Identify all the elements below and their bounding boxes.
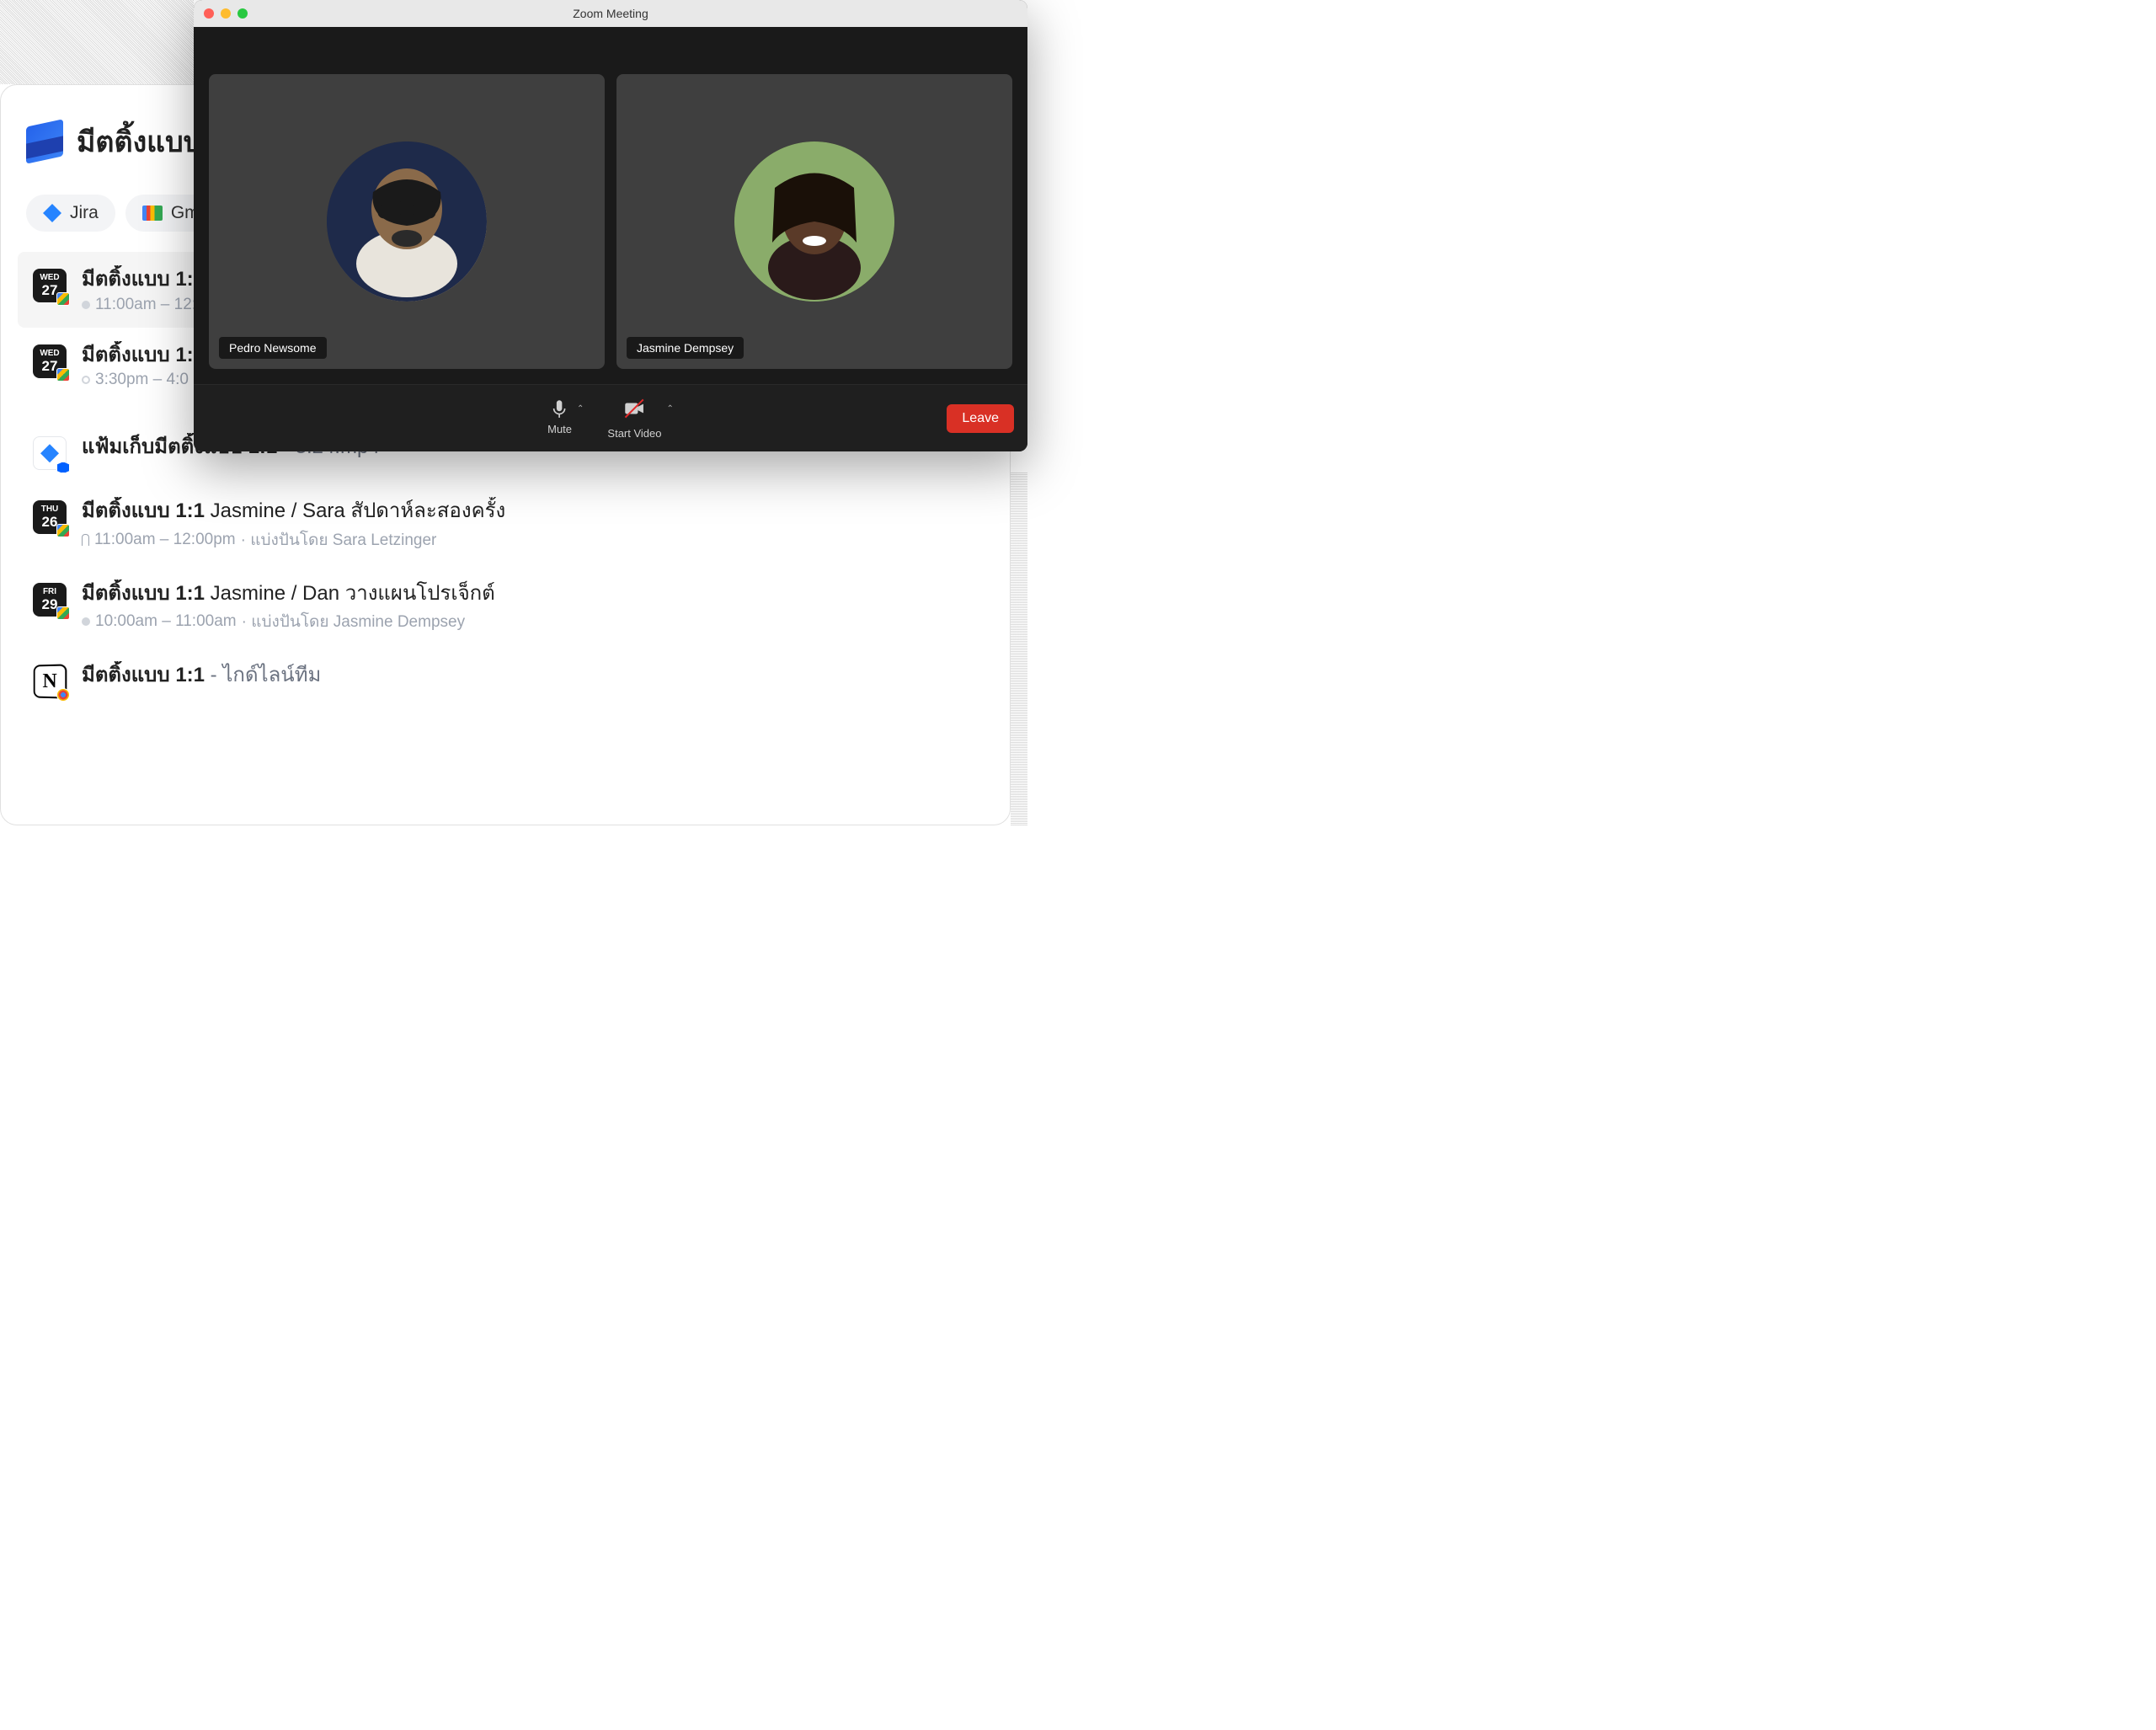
calendar-icon: WED 27 <box>33 269 67 302</box>
background-texture <box>0 0 194 84</box>
mute-label: Mute <box>547 423 572 435</box>
video-label: Start Video <box>607 427 661 440</box>
background-texture-right <box>1011 472 1027 825</box>
status-dot-icon <box>82 376 90 384</box>
item-title: มีตติ้งแบบ 1:1 Jasmine / Sara สัปดาห์ละส… <box>82 497 978 526</box>
item-title: มีตติ้งแบบ 1:1 - ไกด์ไลน์ทีม <box>82 661 978 690</box>
participant-avatar <box>734 141 894 302</box>
item-meta: 10:00am – 11:00am · แบ่งปันโดย Jasmine D… <box>82 609 978 634</box>
status-dot-icon <box>82 617 90 626</box>
gcal-badge-icon <box>56 606 70 620</box>
close-window-button[interactable] <box>204 8 214 19</box>
app-logo-icon <box>26 119 63 163</box>
calendar-icon: WED 27 <box>33 344 67 378</box>
attachment-icon <box>82 534 89 546</box>
participant-tile[interactable]: Jasmine Dempsey <box>616 74 1012 369</box>
window-controls <box>204 8 248 19</box>
calendar-icon: FRI 29 <box>33 583 67 617</box>
list-item[interactable]: N มีตติ้งแบบ 1:1 - ไกด์ไลน์ทีม <box>26 648 985 712</box>
calendar-icon: THU 26 <box>33 500 67 534</box>
zoom-titlebar[interactable]: Zoom Meeting <box>194 0 1027 27</box>
file-icon <box>33 436 67 470</box>
video-options-chevron-icon[interactable]: ⌃ <box>667 404 674 414</box>
participant-name-label: Jasmine Dempsey <box>627 337 744 359</box>
pill-jira[interactable]: Jira <box>26 195 115 232</box>
gmail-icon <box>142 206 163 221</box>
app-title: มีตติ้งแบบ <box>77 119 201 164</box>
participant-name-label: Pedro Newsome <box>219 337 327 359</box>
pill-jira-label: Jira <box>70 203 99 223</box>
video-off-icon <box>623 398 645 424</box>
microphone-icon <box>549 398 571 419</box>
participant-tile[interactable]: Pedro Newsome <box>209 74 605 369</box>
list-item[interactable]: FRI 29 มีตติ้งแบบ 1:1 Jasmine / Dan วางแ… <box>26 566 985 649</box>
zoom-toolbar: Mute ⌃ Start Video ⌃ Leave <box>194 384 1027 451</box>
mute-button[interactable]: Mute <box>547 398 572 435</box>
gcal-badge-icon <box>56 368 70 382</box>
jira-icon <box>43 204 61 222</box>
chrome-badge-icon <box>56 688 70 702</box>
minimize-window-button[interactable] <box>221 8 231 19</box>
mute-options-chevron-icon[interactable]: ⌃ <box>577 404 584 414</box>
maximize-window-button[interactable] <box>237 8 248 19</box>
gcal-badge-icon <box>56 292 70 306</box>
zoom-gallery: Pedro Newsome Jasmine Dempsey <box>194 27 1027 384</box>
window-title: Zoom Meeting <box>573 7 648 20</box>
zoom-window: Zoom Meeting Pedro Newsome <box>194 0 1027 451</box>
item-meta: 11:00am – 12:00pm · แบ่งปันโดย Sara Letz… <box>82 527 978 553</box>
item-title: มีตติ้งแบบ 1:1 Jasmine / Dan วางแผนโปรเจ… <box>82 579 978 608</box>
participant-avatar <box>327 141 487 302</box>
list-item[interactable]: THU 26 มีตติ้งแบบ 1:1 Jasmine / Sara สัป… <box>26 483 985 566</box>
gcal-badge-icon <box>56 524 70 537</box>
status-dot-icon <box>82 301 90 309</box>
start-video-button[interactable]: Start Video <box>607 398 661 440</box>
notion-icon: N <box>33 665 67 698</box>
leave-button[interactable]: Leave <box>947 404 1014 433</box>
jira-icon <box>40 444 59 462</box>
